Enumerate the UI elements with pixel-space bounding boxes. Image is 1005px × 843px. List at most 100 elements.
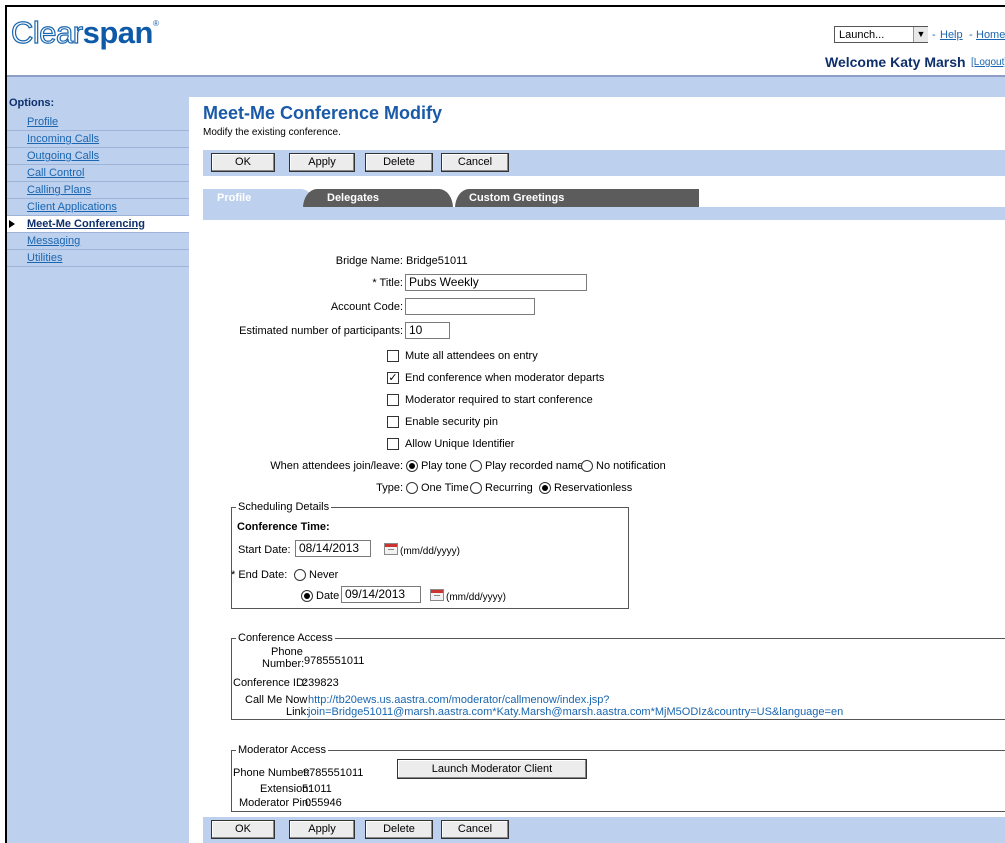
end-date-format: (mm/dd/yyyy) — [446, 592, 506, 603]
top-button-bar: OK Apply Delete Cancel — [203, 150, 1005, 176]
sidebar-item-utilities[interactable]: Utilities — [7, 250, 189, 267]
end-date-radio-label: Date — [316, 590, 340, 602]
home-link[interactable]: Home — [976, 29, 1005, 41]
apply-button[interactable]: Apply — [289, 153, 355, 172]
participants-label: Estimated number of participants: — [239, 325, 403, 337]
sidebar-item-messaging[interactable]: Messaging — [7, 233, 189, 250]
title-input[interactable]: Pubs Weekly — [405, 274, 587, 291]
type-label: Type: — [376, 482, 403, 494]
welcome-text: Welcome Katy Marsh — [825, 54, 966, 70]
sidebar-item-profile[interactable]: Profile — [7, 114, 189, 131]
account-code-input[interactable] — [405, 298, 535, 315]
moderator-required-checkbox[interactable] — [387, 394, 399, 406]
tab-delegates[interactable]: Delegates — [303, 189, 453, 208]
arrow-right-icon — [9, 220, 15, 228]
end-date-input[interactable]: 09/14/2013 — [341, 586, 421, 603]
header-band — [7, 77, 1005, 87]
sidebar-item-meet-me-conferencing[interactable]: Meet-Me Conferencing — [7, 216, 189, 233]
conference-access-legend: Conference Access — [238, 632, 333, 644]
end-conference-checkbox[interactable]: ✓ — [387, 372, 399, 384]
no-notification-label: No notification — [596, 460, 666, 472]
phone-number-value: 9785551011 — [304, 655, 365, 667]
play-tone-label: Play tone — [421, 460, 467, 472]
main-top-band — [189, 87, 1005, 97]
app-window: Clearspan® Launch... ▼ - Help - Home Wel… — [5, 5, 1005, 843]
start-date-format: (mm/dd/yyyy) — [400, 546, 460, 557]
one-time-label: One Time — [421, 482, 469, 494]
moderator-pin-value: 055946 — [305, 797, 342, 809]
scheduling-details-legend: Scheduling Details — [238, 501, 330, 513]
sidebar-item-client-applications[interactable]: Client Applications — [7, 199, 189, 216]
unique-identifier-checkbox[interactable] — [387, 438, 399, 450]
bottom-button-bar: OK Apply Delete Cancel — [203, 817, 1005, 843]
call-me-now-link-line1[interactable]: http://tb20ews.us.aastra.com/moderator/c… — [308, 694, 609, 706]
bridge-name-label: Bridge Name: — [335, 255, 403, 267]
phone-number-label-line2: Number: — [262, 658, 305, 670]
conference-id-label: Conference ID: — [233, 677, 307, 689]
tab-custom-greetings[interactable]: Custom Greetings — [455, 189, 699, 208]
separator: - — [969, 29, 973, 41]
tab-strip — [203, 207, 1005, 220]
participants-input[interactable]: 10 — [405, 322, 450, 339]
conference-time-label: Conference Time: — [237, 521, 330, 533]
start-date-label: Start Date: — [238, 544, 291, 556]
ok-button-bottom[interactable]: OK — [211, 820, 275, 839]
cancel-button-bottom[interactable]: Cancel — [441, 820, 509, 839]
calendar-icon[interactable] — [384, 543, 398, 555]
logout-link[interactable]: [Logout] — [971, 57, 1005, 68]
account-code-label: Account Code: — [330, 301, 403, 313]
phone-number-label-line1: Phone — [271, 646, 303, 658]
security-pin-checkbox[interactable] — [387, 416, 399, 428]
moderator-phone-label: Phone Number: — [233, 767, 311, 779]
help-link[interactable]: Help — [940, 29, 963, 41]
call-me-now-label-line1: Call Me Now — [245, 694, 308, 706]
delete-button[interactable]: Delete — [365, 153, 433, 172]
sidebar-item-outgoing-calls[interactable]: Outgoing Calls — [7, 148, 189, 165]
no-notification-radio[interactable] — [581, 460, 593, 472]
delete-button-bottom[interactable]: Delete — [365, 820, 433, 839]
play-recorded-name-label: Play recorded name — [485, 460, 584, 472]
join-leave-label: When attendees join/leave: — [270, 460, 403, 472]
end-never-radio[interactable] — [294, 569, 306, 581]
launch-moderator-client-button[interactable]: Launch Moderator Client — [397, 759, 587, 779]
separator: - — [932, 29, 936, 41]
end-date-radio[interactable] — [301, 590, 313, 602]
title-label: * Title: — [372, 277, 403, 289]
mute-attendees-checkbox[interactable] — [387, 350, 399, 362]
end-conference-label: End conference when moderator departs — [405, 372, 605, 384]
call-me-now-label-line2: Link: — [286, 706, 310, 718]
header: Clearspan® Launch... ▼ - Help - Home Wel… — [7, 7, 1005, 75]
sidebar-item-calling-plans[interactable]: Calling Plans — [7, 182, 189, 199]
conference-id-value: 239823 — [302, 677, 339, 689]
options-label: Options: — [9, 97, 55, 109]
bridge-name-value: Bridge51011 — [406, 255, 468, 267]
start-date-input[interactable]: 08/14/2013 — [295, 540, 371, 557]
page-title: Meet-Me Conference Modify — [203, 103, 443, 123]
sidebar-item-incoming-calls[interactable]: Incoming Calls — [7, 131, 189, 148]
moderator-access-legend: Moderator Access — [238, 744, 327, 756]
end-never-label: Never — [309, 569, 339, 581]
play-tone-radio[interactable] — [406, 460, 418, 472]
unique-identifier-label: Allow Unique Identifier — [405, 438, 515, 450]
apply-button-bottom[interactable]: Apply — [289, 820, 355, 839]
calendar-icon[interactable] — [430, 589, 444, 601]
call-me-now-link-line2[interactable]: join=Bridge51011@marsh.aastra.com*Katy.M… — [308, 706, 843, 718]
recurring-radio[interactable] — [470, 482, 482, 494]
mute-attendees-label: Mute all attendees on entry — [405, 350, 538, 362]
page-description: Modify the existing conference. — [203, 127, 341, 138]
clearspan-logo: Clearspan® — [10, 14, 159, 50]
chevron-down-icon[interactable]: ▼ — [913, 27, 928, 42]
sidebar-item-call-control[interactable]: Call Control — [7, 165, 189, 182]
extension-value: 51011 — [302, 783, 332, 795]
play-recorded-name-radio[interactable] — [470, 460, 482, 472]
security-pin-label: Enable security pin — [405, 416, 498, 428]
moderator-required-label: Moderator required to start conference — [405, 394, 593, 406]
reservationless-label: Reservationless — [554, 482, 633, 494]
one-time-radio[interactable] — [406, 482, 418, 494]
cancel-button[interactable]: Cancel — [441, 153, 509, 172]
tab-profile[interactable]: Profile — [203, 189, 315, 208]
recurring-label: Recurring — [485, 482, 533, 494]
ok-button[interactable]: OK — [211, 153, 275, 172]
reservationless-radio[interactable] — [539, 482, 551, 494]
end-date-label: * End Date: — [231, 569, 288, 581]
